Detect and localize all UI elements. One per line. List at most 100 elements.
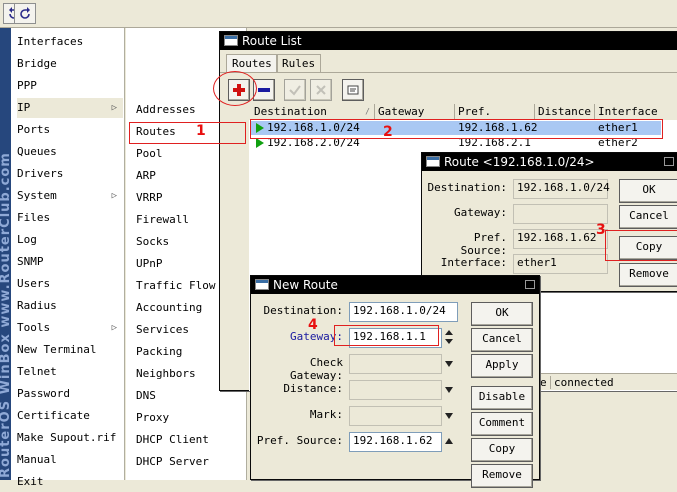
brand-strip: RouterOS WinBox www.RouterClub.com: [0, 28, 11, 480]
menu-item-files[interactable]: Files: [17, 208, 123, 228]
chevron-up-icon[interactable]: [444, 435, 454, 448]
menu-item-tools[interactable]: Tools ▷: [17, 318, 123, 338]
route-detail-title: Route <192.168.1.0/24>: [444, 155, 595, 169]
submenu-arrow-icon: ▷: [111, 323, 117, 333]
menu-item-exit[interactable]: Exit: [17, 472, 123, 492]
destination-label: Destination:: [427, 181, 507, 194]
new-route-title: New Route: [273, 278, 338, 292]
menu-item-make-supout-rif[interactable]: Make Supout.rif: [17, 428, 123, 448]
menu-item-bridge[interactable]: Bridge: [17, 54, 123, 74]
distance-input[interactable]: [349, 380, 442, 400]
annotation-box-row: [250, 119, 663, 139]
col-destination[interactable]: Destination /: [251, 104, 375, 120]
cancel-button[interactable]: Cancel: [471, 328, 533, 352]
x-icon: [316, 85, 326, 95]
menu-item-label: Manual: [17, 453, 57, 466]
gateway-updown-icon[interactable]: [444, 329, 454, 345]
menu-item-certificate[interactable]: Certificate: [17, 406, 123, 426]
remove-button[interactable]: Remove: [619, 263, 677, 287]
menu-item-new-terminal[interactable]: New Terminal: [17, 340, 123, 360]
chevron-down-icon[interactable]: [444, 358, 454, 371]
ok-button[interactable]: OK: [471, 302, 533, 326]
col-interface[interactable]: Interface: [595, 104, 677, 120]
annotation-number-4: 4: [308, 317, 318, 333]
menu-item-interfaces[interactable]: Interfaces: [17, 32, 123, 52]
col-distance[interactable]: Distance: [535, 104, 595, 120]
annotation-box-gateway: [334, 325, 439, 346]
submenu-arrow-icon: ▷: [111, 191, 117, 201]
annotation-box-copy: [605, 230, 677, 261]
gateway-label: Gateway:: [290, 330, 343, 343]
menu-item-label: Telnet: [17, 365, 57, 378]
menu-item-label: SNMP: [17, 255, 44, 268]
menu-item-label: Log: [17, 233, 37, 246]
menu-item-ports[interactable]: Ports: [17, 120, 123, 140]
minimize-icon[interactable]: [664, 157, 674, 166]
pref-source-input[interactable]: 192.168.1.62: [349, 432, 442, 452]
route-detail-titlebar[interactable]: Route <192.168.1.0/24>: [422, 153, 677, 171]
copy-button[interactable]: Copy: [471, 438, 533, 462]
comment-button[interactable]: Comment: [471, 412, 533, 436]
minimize-icon[interactable]: [525, 280, 535, 289]
gateway-field[interactable]: [513, 204, 608, 224]
menu-item-log[interactable]: Log: [17, 230, 123, 250]
remove-button[interactable]: Remove: [471, 464, 533, 488]
menu-item-ppp[interactable]: PPP: [17, 76, 123, 96]
menu-item-label: Exit: [17, 475, 44, 488]
disable-button[interactable]: Disable: [471, 386, 533, 410]
mark-input[interactable]: [349, 406, 442, 426]
menu-item-radius[interactable]: Radius: [17, 296, 123, 316]
submenu-item-proxy[interactable]: Proxy: [136, 408, 244, 428]
note-icon: [347, 85, 359, 95]
tab-divider: [220, 72, 677, 73]
annotation-box-routes: [129, 122, 246, 144]
submenu-item-dhcp-client[interactable]: DHCP Client: [136, 430, 244, 450]
menu-item-drivers[interactable]: Drivers: [17, 164, 123, 184]
cancel-button[interactable]: Cancel: [619, 205, 677, 229]
chevron-down-icon[interactable]: [444, 410, 454, 423]
new-route-titlebar[interactable]: New Route: [251, 276, 539, 294]
check-gateway-select[interactable]: [349, 354, 442, 374]
interface-field[interactable]: ether1: [513, 254, 608, 274]
interface-label: Interface:: [440, 256, 507, 269]
pref-source-label: Pref. Source:: [256, 434, 343, 447]
comment-button[interactable]: [342, 79, 364, 101]
submenu-item-dhcp-server[interactable]: DHCP Server: [136, 452, 244, 472]
menu-item-snmp[interactable]: SNMP: [17, 252, 123, 272]
new-route-window: New Route Destination: 192.168.1.0/24 Ga…: [250, 275, 540, 488]
menu-item-queues[interactable]: Queues: [17, 142, 123, 162]
col-gateway[interactable]: Gateway: [375, 104, 455, 120]
enable-button[interactable]: [284, 79, 306, 101]
disable-button[interactable]: [310, 79, 332, 101]
ok-button[interactable]: OK: [619, 179, 677, 203]
top-toolbar: [0, 0, 677, 28]
pref-source-field[interactable]: 192.168.1.62: [513, 229, 608, 249]
tab-rules[interactable]: Rules: [276, 54, 322, 73]
window-icon: [426, 156, 440, 167]
menu-item-telnet[interactable]: Telnet: [17, 362, 123, 382]
brand-text: RouterOS WinBox www.RouterClub.com: [0, 152, 11, 478]
menu-item-label: Ports: [17, 123, 51, 136]
menu-item-manual[interactable]: Manual: [17, 450, 123, 470]
apply-button[interactable]: Apply: [471, 354, 533, 378]
menu-item-label: Drivers: [17, 167, 64, 180]
chevron-down-icon[interactable]: [444, 384, 454, 397]
check-icon: [289, 85, 301, 96]
route-detail-window: Route <192.168.1.0/24> Destination: 192.…: [421, 152, 677, 292]
status-prefix: e: [540, 376, 547, 389]
menu-item-label: Queues: [17, 145, 57, 158]
menu-item-ip[interactable]: IP ▷: [17, 98, 123, 118]
gateway-label: Gateway:: [454, 206, 507, 219]
menu-item-password[interactable]: Password: [17, 384, 123, 404]
route-list-titlebar[interactable]: Route List: [220, 32, 677, 50]
col-pref-source[interactable]: Pref. Source: [455, 104, 535, 134]
destination-input[interactable]: 192.168.1.0/24: [349, 302, 458, 322]
redo-icon[interactable]: [14, 3, 36, 24]
status-text: connected: [550, 376, 614, 389]
annotation-number-3: 3: [596, 222, 606, 238]
annotation-number-2: 2: [383, 124, 393, 140]
menu-item-system[interactable]: System ▷: [17, 186, 123, 206]
destination-field[interactable]: 192.168.1.0/24: [513, 179, 610, 199]
status-bar: e connected: [540, 373, 677, 390]
menu-item-users[interactable]: Users: [17, 274, 123, 294]
